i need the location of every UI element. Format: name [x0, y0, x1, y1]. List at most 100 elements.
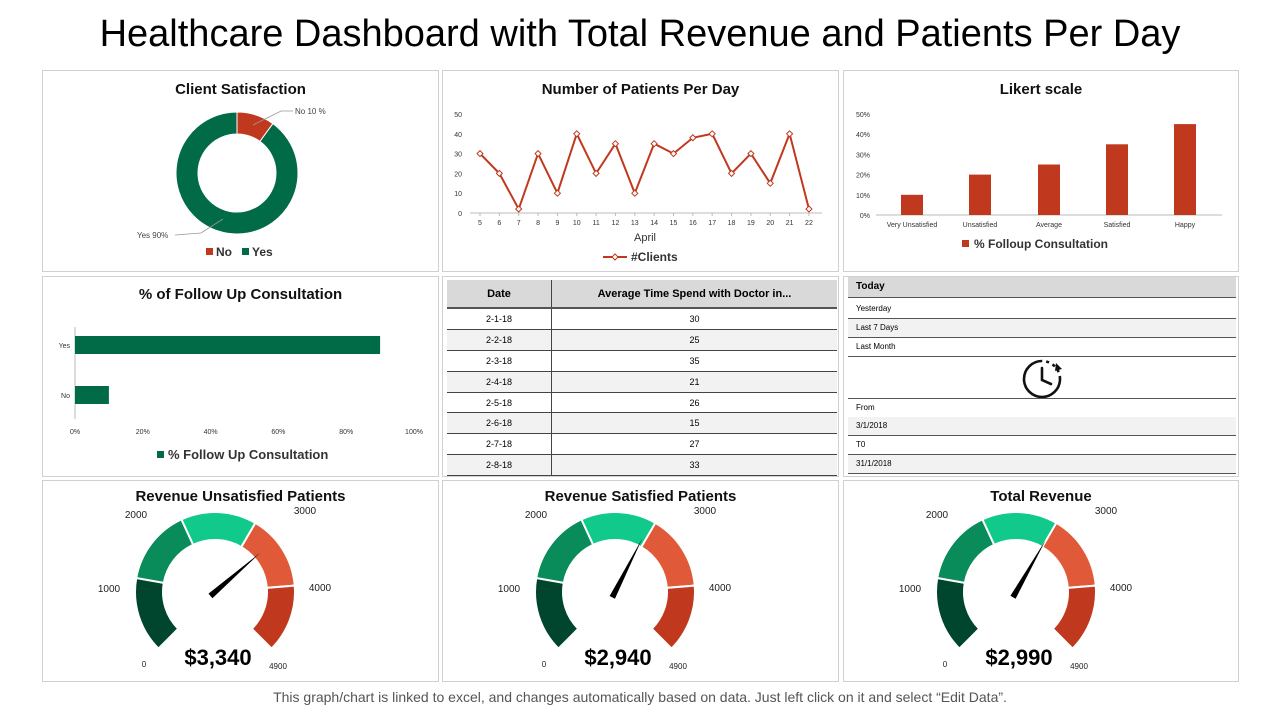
x-tick-label: Average — [1036, 222, 1062, 229]
series-line-clients — [479, 130, 810, 212]
x-tick-label: 19 — [747, 220, 755, 227]
likert-bar-chart[interactable]: 0% 10% 20% 30% 40% 50% Very Unsatisfied Unsatis… — [844, 71, 1240, 273]
y-tick-label: 10 — [454, 191, 462, 198]
table-row[interactable]: 2-3-18 35 — [447, 350, 837, 372]
time-table-panel: Date Average Time Spend with Doctor in..… — [442, 276, 839, 477]
gauge-scale-label: 1000 — [498, 584, 521, 595]
likert-scale-panel[interactable]: Likert scale 0% 10% 20% 30% 40% 50% Very Unsat… — [843, 70, 1239, 272]
table-row[interactable]: 2-8-18 33 — [447, 454, 837, 477]
time-spend-table: Date Average Time Spend with Doctor in..… — [447, 280, 837, 477]
gauge-scale-label: 4900 — [269, 662, 287, 671]
table-header-avg-time[interactable]: Average Time Spend with Doctor in... — [551, 280, 837, 309]
legend-label-yes: Yes — [252, 245, 273, 259]
gauge-scale-label: 0 — [542, 660, 547, 669]
gauge-band-5 — [1051, 584, 1097, 650]
legend-swatch-followup — [962, 240, 969, 247]
table-row[interactable]: 2-7-18 27 — [447, 433, 837, 456]
donut-label-yes: Yes 90% — [137, 231, 168, 240]
donut-label-no: No 10 % — [295, 107, 326, 116]
x-tick-label: 17 — [708, 220, 716, 227]
legend-swatch-yes — [242, 248, 249, 255]
gauge-band-2 — [936, 518, 996, 585]
total-revenue-gauge[interactable]: 0 1000 2000 3000 4000 4900 $2,990 — [844, 481, 1240, 683]
table-cell-date: 2-1-18 — [447, 308, 552, 330]
gauge-band-1 — [935, 576, 981, 650]
y-tick-label: 40% — [856, 132, 870, 139]
x-tick-label: 80% — [339, 429, 353, 436]
legend-marker-clients — [611, 253, 619, 261]
x-tick-label: 6 — [497, 220, 501, 227]
table-cell-date: 2-7-18 — [447, 433, 552, 456]
revenue-satisfied-gauge[interactable]: 0 1000 2000 3000 4000 4900 $2,940 — [443, 481, 840, 683]
gauge-value: $3,340 — [184, 645, 251, 670]
legend-swatch-no — [206, 248, 213, 255]
likert-bar — [901, 194, 923, 215]
follow-up-bar-chart[interactable]: Yes No 0% 20% 40% 60% 80% 100% % Follow Up Consu… — [43, 277, 440, 478]
gauge-value: $2,990 — [985, 645, 1052, 670]
legend-swatch-followup — [157, 451, 164, 458]
gauge-panel-total[interactable]: Total Revenue 0 1000 2000 3000 4000 4900 $2,99… — [843, 480, 1239, 682]
gauge-scale-label: 4000 — [1110, 583, 1133, 594]
table-row[interactable]: 2-6-18 15 — [447, 412, 837, 435]
table-cell-avg-time: 27 — [551, 433, 837, 456]
gauge-band-4 — [239, 521, 296, 589]
filter-today[interactable]: Today — [848, 277, 1236, 298]
legend-label-followup: % Follow Up Consultation — [168, 447, 328, 462]
legend-label-no: No — [216, 245, 232, 259]
gauge-panel-unsatisfied[interactable]: Revenue Unsatisfied Patients 0 1000 2000 30… — [42, 480, 439, 682]
filter-last-month[interactable]: Last Month — [848, 338, 1236, 357]
x-tick-label: 60% — [271, 429, 285, 436]
client-satisfaction-donut-chart[interactable]: No 10 % Yes 90% No Yes — [43, 71, 440, 273]
y-tick-label: No — [61, 393, 70, 400]
x-tick-label: 9 — [555, 220, 559, 227]
gauge-scale-label: 4000 — [709, 583, 732, 594]
x-tick-label: 14 — [650, 220, 658, 227]
gauge-band-2 — [135, 518, 195, 585]
gauge-scale-label: 2000 — [926, 510, 949, 521]
gauge-scale-label: 3000 — [1095, 506, 1118, 517]
data-point-marker — [785, 130, 794, 138]
table-row[interactable]: 2-5-18 26 — [447, 392, 837, 414]
table-cell-avg-time: 25 — [551, 329, 837, 351]
table-header-date[interactable]: Date — [447, 280, 552, 309]
y-tick-label: 20 — [454, 171, 462, 178]
gauge-panel-satisfied[interactable]: Revenue Satisfied Patients 0 1000 2000 3000… — [442, 480, 839, 682]
x-tick-label: 22 — [805, 220, 813, 227]
x-tick-label: 100% — [405, 429, 423, 436]
filter-from-value[interactable]: 3/1/2018 — [848, 417, 1236, 436]
y-tick-label: 30 — [454, 152, 462, 159]
x-tick-label: 7 — [517, 220, 521, 227]
table-row[interactable]: 2-2-18 25 — [447, 329, 837, 351]
table-cell-date: 2-8-18 — [447, 454, 552, 477]
gauge-needle — [609, 538, 643, 599]
footnote: This graph/chart is linked to excel, and… — [273, 689, 1007, 705]
x-tick-label: 0% — [70, 429, 80, 436]
filter-last-7-days[interactable]: Last 7 Days — [848, 319, 1236, 338]
gauge-band-4 — [639, 521, 696, 589]
legend-label-followup: % Folloup Consultation — [974, 237, 1108, 251]
date-filter-panel: Today Yesterday Last 7 Days Last Month F… — [843, 276, 1239, 477]
x-tick-label: Very Unsatisfied — [887, 222, 938, 229]
y-tick-label: 40 — [454, 132, 462, 139]
x-tick-label: 18 — [728, 220, 736, 227]
table-row[interactable]: 2-1-18 30 — [447, 308, 837, 330]
x-tick-label: 8 — [536, 220, 540, 227]
table-cell-avg-time: 26 — [551, 392, 837, 414]
patients-per-day-panel[interactable]: Number of Patients Per Day 0 10 20 30 40 50 5 6… — [442, 70, 839, 272]
x-tick-label: 12 — [612, 220, 620, 227]
patients-per-day-line-chart[interactable]: 0 10 20 30 40 50 5 6 7 8 9 10 11 12 13 14 15 16 17 18 19 20 21… — [443, 71, 840, 273]
data-point-marker — [805, 205, 813, 213]
revenue-unsatisfied-gauge[interactable]: 0 1000 2000 3000 4000 4900 $3,340 — [43, 481, 440, 683]
x-axis-title: April — [634, 232, 656, 244]
filter-to-value[interactable]: 31/1/2018 — [848, 455, 1236, 474]
legend-label-clients: #Clients — [631, 250, 678, 264]
client-satisfaction-panel[interactable]: Client Satisfaction No 10 % Yes 90% No Yes — [42, 70, 439, 272]
table-row[interactable]: 2-4-18 21 — [447, 371, 837, 393]
gauge-scale-label: 3000 — [294, 506, 317, 517]
follow-up-panel[interactable]: % of Follow Up Consultation Yes No 0% 20% 40… — [42, 276, 439, 477]
x-tick-label: 13 — [631, 220, 639, 227]
page-title: Healthcare Dashboard with Total Revenue … — [99, 13, 1181, 55]
y-tick-label: 0 — [458, 211, 462, 218]
followup-bar — [75, 336, 381, 354]
filter-yesterday[interactable]: Yesterday — [848, 300, 1236, 319]
